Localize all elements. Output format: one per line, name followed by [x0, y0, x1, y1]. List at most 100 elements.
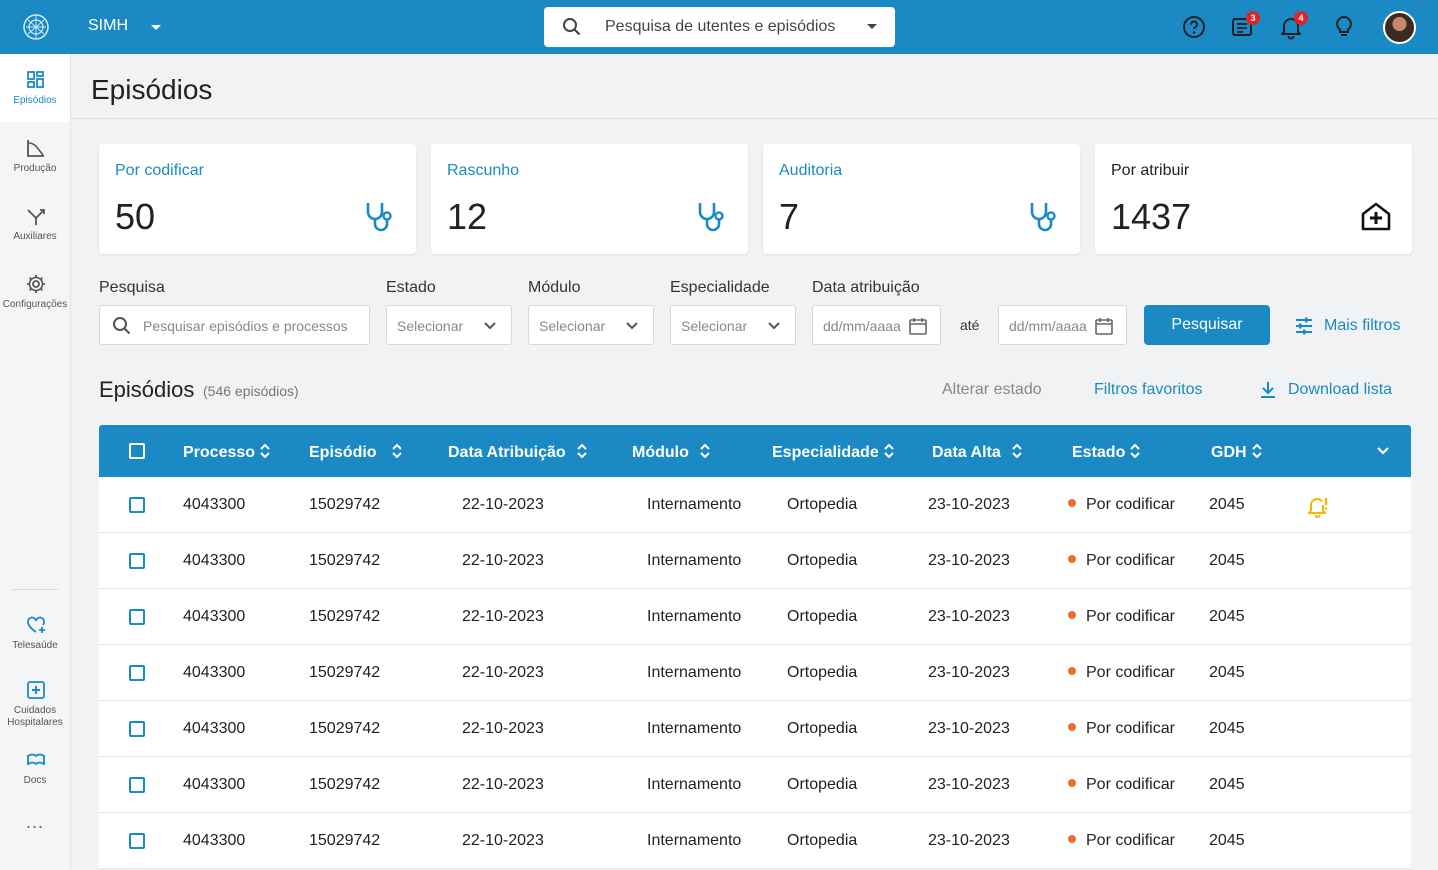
cell-modulo: Internamento	[647, 832, 742, 849]
sidebar-more-icon[interactable]: ...	[0, 812, 70, 833]
cell-episodio: 15029742	[309, 776, 381, 793]
card-label: Por atribuir	[1111, 162, 1190, 179]
app-logo-icon[interactable]	[22, 13, 50, 41]
table-row[interactable]: 4043300 15029742 22-10-2023 Internamento…	[99, 645, 1411, 701]
estado-select-value: Selecionar	[397, 318, 464, 334]
table-row[interactable]: 4043300 15029742 22-10-2023 Internamento…	[99, 701, 1411, 757]
app-switcher-chevron-icon[interactable]	[150, 18, 162, 36]
sort-icon	[1130, 443, 1141, 459]
sidebar-item-producao[interactable]: Produção	[0, 122, 70, 190]
table-row[interactable]: 4043300 15029742 22-10-2023 Internamento…	[99, 813, 1411, 869]
date-to-input[interactable]: dd/mm/aaaa	[998, 305, 1127, 345]
row-checkbox[interactable]	[129, 553, 145, 569]
sidebar-item-docs[interactable]: Docs	[0, 734, 70, 802]
especialidade-select[interactable]: Selecionar	[670, 305, 796, 345]
episode-search-input[interactable]: Pesquisar episódios e processos	[99, 305, 370, 345]
messages-button[interactable]: 3	[1230, 11, 1260, 40]
date-from-input[interactable]: dd/mm/aaaa	[812, 305, 941, 345]
sidebar-item-telesaude[interactable]: Telesaúde	[0, 599, 70, 667]
cell-data-atribuicao: 22-10-2023	[462, 776, 544, 793]
calendar-icon[interactable]	[908, 316, 928, 336]
select-all-checkbox[interactable]	[129, 443, 145, 459]
row-checkbox[interactable]	[129, 497, 145, 513]
estado-select[interactable]: Selecionar	[386, 305, 512, 345]
calendar-icon[interactable]	[1094, 316, 1114, 336]
column-header-episodio[interactable]: Episódio	[309, 442, 403, 462]
sidebar-divider	[12, 589, 58, 590]
download-icon[interactable]	[1258, 380, 1278, 400]
favorite-filters-button[interactable]: Filtros favoritos	[1094, 381, 1202, 399]
sort-icon	[1251, 443, 1262, 459]
sort-icon	[576, 443, 587, 459]
cell-episodio: 15029742	[309, 832, 381, 849]
status-label: Por codificar	[1086, 552, 1175, 569]
download-list-button[interactable]: Download lista	[1288, 381, 1392, 399]
date-from-placeholder: dd/mm/aaaa	[823, 318, 901, 334]
row-checkbox[interactable]	[129, 609, 145, 625]
sort-icon	[1012, 443, 1022, 459]
lightbulb-icon[interactable]	[1331, 14, 1357, 40]
sidebar: Episódios Produção Auxiliares Configuraç…	[0, 54, 71, 870]
card-por-codificar[interactable]: Por codificar 50	[99, 144, 416, 254]
more-filters-button[interactable]: Mais filtros	[1294, 316, 1400, 341]
table-row[interactable]: 4043300 15029742 22-10-2023 Internamento…	[99, 533, 1411, 589]
column-header-estado[interactable]: Estado	[1072, 442, 1141, 462]
search-button[interactable]: Pesquisar	[1144, 305, 1270, 345]
modulo-select[interactable]: Selecionar	[528, 305, 654, 345]
column-header-data-alta[interactable]: Data Alta	[932, 442, 1027, 462]
card-por-atribuir[interactable]: Por atribuir 1437	[1095, 144, 1412, 254]
status-label: Por codificar	[1086, 776, 1175, 793]
table-row[interactable]: 4043300 15029742 22-10-2023 Internamento…	[99, 477, 1411, 533]
card-auditoria[interactable]: Auditoria 7	[763, 144, 1080, 254]
sidebar-item-configuracoes[interactable]: Configurações	[0, 258, 70, 326]
card-value: 7	[779, 196, 800, 237]
status-label: Por codificar	[1086, 832, 1175, 849]
search-icon	[563, 18, 581, 36]
cell-estado: Por codificar	[1068, 664, 1175, 682]
cell-especialidade: Ortopedia	[787, 776, 858, 793]
row-checkbox[interactable]	[129, 777, 145, 793]
card-label: Por codificar	[115, 162, 204, 179]
cell-modulo: Internamento	[647, 776, 742, 793]
cell-gdh: 2045	[1209, 720, 1245, 737]
cell-episodio: 15029742	[309, 720, 381, 737]
column-header-data-atribuicao[interactable]: Data Atribuição	[448, 442, 592, 462]
bell-alert-icon[interactable]	[1306, 494, 1330, 518]
help-icon[interactable]	[1181, 14, 1207, 40]
expand-columns-chevron-icon[interactable]	[1376, 444, 1390, 458]
notifications-button[interactable]: 4	[1278, 11, 1308, 40]
sidebar-item-episodios[interactable]: Episódios	[0, 54, 70, 122]
column-header-processo[interactable]: Processo	[183, 442, 271, 462]
sidebar-item-label: Configurações	[2, 299, 68, 310]
table-row[interactable]: 4043300 15029742 22-10-2023 Internamento…	[99, 589, 1411, 645]
column-header-especialidade[interactable]: Especialidade	[772, 442, 895, 462]
row-checkbox[interactable]	[129, 665, 145, 681]
cell-modulo: Internamento	[647, 608, 742, 625]
sort-icon	[700, 443, 710, 459]
cell-processo: 4043300	[183, 664, 246, 681]
gear-icon	[27, 275, 45, 293]
app-name[interactable]: SIMH	[88, 17, 128, 35]
cell-gdh: 2045	[1209, 552, 1245, 569]
cell-gdh: 2045	[1209, 664, 1245, 681]
sidebar-item-label: Auxiliares	[13, 231, 57, 242]
search-dropdown-chevron-icon[interactable]	[866, 22, 878, 32]
sidebar-item-cuidados-hospitalares[interactable]: Cuidados Hospitalares	[0, 664, 70, 732]
cell-modulo: Internamento	[647, 552, 742, 569]
user-avatar[interactable]	[1383, 11, 1416, 44]
episodes-table: Processo Episódio Data Atribuição Módulo…	[99, 425, 1411, 869]
chevron-down-icon	[484, 322, 496, 330]
global-search-input[interactable]: Pesquisa de utentes e episódios	[544, 7, 895, 47]
sidebar-item-label: Cuidados Hospitalares	[7, 705, 63, 728]
card-rascunho[interactable]: Rascunho 12	[431, 144, 748, 254]
row-checkbox[interactable]	[129, 721, 145, 737]
column-header-gdh[interactable]: GDH	[1211, 442, 1263, 462]
column-header-modulo[interactable]: Módulo	[632, 442, 715, 462]
search-filter-label: Pesquisa	[99, 279, 165, 296]
change-state-button[interactable]: Alterar estado	[942, 381, 1042, 399]
sidebar-item-auxiliares[interactable]: Auxiliares	[0, 190, 70, 258]
row-checkbox[interactable]	[129, 833, 145, 849]
cell-estado: Por codificar	[1068, 832, 1175, 850]
table-row[interactable]: 4043300 15029742 22-10-2023 Internamento…	[99, 757, 1411, 813]
cell-especialidade: Ortopedia	[787, 832, 858, 849]
